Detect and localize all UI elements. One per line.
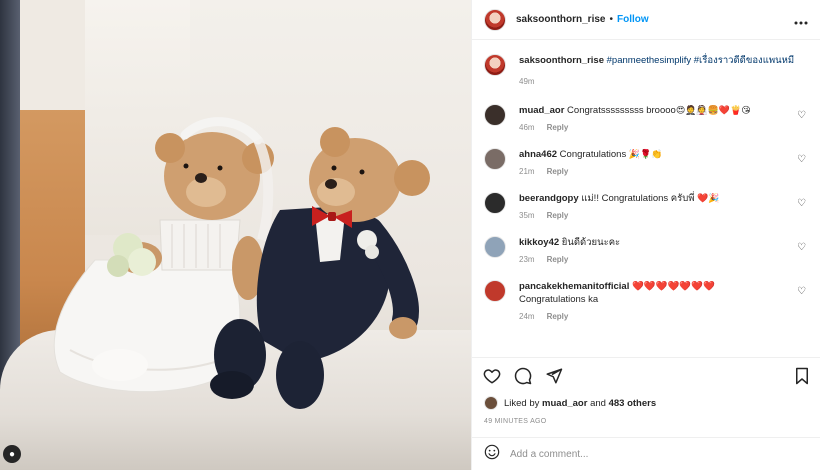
follow-button[interactable]: Follow [617,14,649,25]
comment-text: แม่!! Congratulations ครับพี่ [581,193,695,204]
share-icon[interactable] [545,367,563,385]
like-comment-icon[interactable]: ♡ [797,242,806,253]
like-comment-icon[interactable]: ♡ [797,110,806,121]
comment-text: Congratulations [559,149,627,160]
reply-button[interactable]: Reply [547,255,569,264]
heart-icon[interactable] [483,367,501,385]
comment-avatar[interactable] [484,236,506,258]
comment-item: ahna462 Congratulations 🎉🌹👏 21m Reply ♡ [484,148,808,176]
comment-emoji: 😍🤵👰🍔❤️🍟😘 [675,105,751,115]
comment-avatar[interactable] [484,148,506,170]
separator-dot: • [609,14,613,25]
caption-author-avatar[interactable] [484,54,506,76]
author-username[interactable]: saksoonthorn_rise [516,14,605,25]
smiley-icon[interactable] [484,444,500,464]
like-comment-icon[interactable]: ♡ [797,198,806,209]
comment-username[interactable]: kikkoy42 [519,237,559,248]
comment-time: 21m [519,167,535,176]
caption-time: 49m [519,77,535,86]
likes-summary: Liked by muad_aor and 483 others [484,396,656,410]
post-caption: saksoonthorn_rise #panmeethesimplify #เร… [484,40,808,88]
comment-avatar[interactable] [484,192,506,214]
like-comment-icon[interactable]: ♡ [797,154,806,165]
caption-hashtags[interactable]: #panmeethesimplify #เรื่องราวดีดีของแพนห… [607,55,794,66]
comment-icon[interactable] [514,367,532,385]
post-photo[interactable]: ● [0,0,471,470]
more-options-icon[interactable] [794,12,808,28]
liker-username[interactable]: muad_aor [542,398,587,409]
comment-item: beerandgopy แม่!! Congratulations ครับพี… [484,192,808,220]
caption-author[interactable]: saksoonthorn_rise [519,55,604,66]
comment-username[interactable]: muad_aor [519,105,564,116]
comment-text: Congratsssssssss broooo [567,105,676,116]
comment-item: kikkoy42 ยินดีด้วยนะคะ 23m Reply ♡ [484,236,808,264]
teddy-bears-illustration [53,117,430,409]
comment-text: ยินดีด้วยนะคะ [561,237,621,248]
like-comment-icon[interactable]: ♡ [797,286,806,297]
add-comment-input[interactable] [510,448,790,460]
comment-item: muad_aor Congratsssssssss broooo😍🤵👰🍔❤️🍟😘… [484,104,808,132]
comment-emoji: 🎉🌹👏 [628,149,663,159]
add-comment-bar [472,437,820,470]
post-header: saksoonthorn_rise • Follow [472,0,820,40]
comment-time: 24m [519,312,535,321]
comment-text: ❤️❤️❤️❤️❤️❤️❤️ [632,281,715,292]
likes-prefix: Liked by [504,397,540,409]
comment-item: pancakekhemanitofficial ❤️❤️❤️❤️❤️❤️❤️ C… [484,280,808,321]
comment-text-line2: Congratulations ka [519,294,599,305]
likes-middle: and [590,397,606,409]
post-sidebar: saksoonthorn_rise • Follow saksoonthorn_… [471,0,820,470]
liker-avatar[interactable] [484,396,498,410]
post-actions [472,357,820,393]
tagged-user-icon[interactable]: ● [3,445,21,463]
reply-button[interactable]: Reply [547,123,569,132]
reply-button[interactable]: Reply [547,167,569,176]
comment-emoji: ❤️🎉 [697,193,720,203]
comment-time: 23m [519,255,535,264]
likes-others-link[interactable]: 483 others [609,398,657,409]
comment-avatar[interactable] [484,104,506,126]
author-avatar[interactable] [484,8,506,31]
post-timestamp: 49 MINUTES AGO [484,418,547,425]
comments-list[interactable]: saksoonthorn_rise #panmeethesimplify #เร… [472,40,820,355]
comment-username[interactable]: beerandgopy [519,193,579,204]
comment-time: 46m [519,123,535,132]
comment-time: 35m [519,211,535,220]
comment-username[interactable]: ahna462 [519,149,557,160]
bookmark-icon[interactable] [794,367,810,385]
reply-button[interactable]: Reply [547,211,569,220]
comment-avatar[interactable] [484,280,506,302]
comment-username[interactable]: pancakekhemanitofficial [519,281,629,292]
reply-button[interactable]: Reply [547,312,569,321]
